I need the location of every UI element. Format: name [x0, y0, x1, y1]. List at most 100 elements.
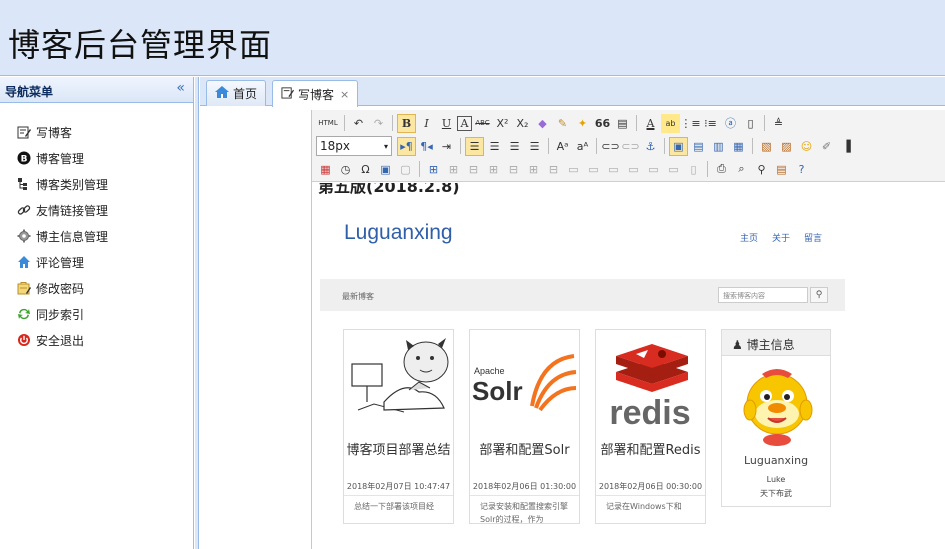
italic-icon[interactable]: I	[417, 114, 436, 133]
help-icon[interactable]: ?	[792, 160, 811, 179]
anchor-icon[interactable]: ⚓	[641, 137, 660, 156]
emoji-icon[interactable]: ☺	[797, 137, 816, 156]
sidebar-header: 导航菜单 «	[0, 77, 193, 103]
clear-doc-icon[interactable]: ▯	[741, 114, 760, 133]
align-center-icon[interactable]: ☰	[485, 137, 504, 156]
bold-icon[interactable]: B	[397, 113, 416, 133]
align-right-icon[interactable]: ☰	[505, 137, 524, 156]
row-spacing-icon[interactable]: ≜	[769, 114, 788, 133]
highlight-icon[interactable]: ab	[661, 113, 680, 133]
multi-image-icon[interactable]: ▨	[777, 137, 796, 156]
blogger-motto: 天下布武	[760, 489, 792, 498]
delete-col-icon[interactable]: ⊟	[544, 160, 563, 179]
format-brush-icon[interactable]: ✎	[553, 114, 572, 133]
layout-splitter[interactable]	[195, 77, 199, 549]
subscript-icon[interactable]: X₂	[513, 114, 532, 133]
collapse-icon[interactable]: «	[176, 80, 185, 96]
paste-text-icon[interactable]: ▤	[613, 114, 632, 133]
ltr-icon[interactable]: ▸¶	[397, 136, 416, 156]
tab-home[interactable]: 首页	[206, 80, 267, 106]
drafts-icon[interactable]: ▤	[772, 160, 791, 179]
merge-right-icon[interactable]: ▭	[584, 160, 603, 179]
search-icon: ⚲	[810, 287, 828, 303]
insert-row-icon[interactable]: ⊞	[484, 160, 503, 179]
sidebar-item-label: 安全退出	[36, 333, 85, 348]
table-props-icon[interactable]: ▯	[684, 160, 703, 179]
map-icon[interactable]: ▢	[396, 160, 415, 179]
close-icon[interactable]: ×	[340, 88, 349, 101]
calendar-icon[interactable]: ▦	[316, 160, 335, 179]
scrawl-icon[interactable]: ✐	[817, 137, 836, 156]
sidebar-item-category-manage[interactable]: 博客类别管理	[0, 171, 193, 197]
merge-cells-icon[interactable]: ▭	[564, 160, 583, 179]
split-cells-icon[interactable]: ▭	[624, 160, 643, 179]
preview-icon[interactable]: ⌕	[732, 160, 751, 179]
sidebar-item-blog-manage[interactable]: B 博客管理	[0, 145, 193, 171]
image-left-icon[interactable]: ▤	[689, 137, 708, 156]
toolbar-separator	[419, 161, 420, 177]
sidebar-item-comment-manage[interactable]: 评论管理	[0, 249, 193, 275]
delete-table-icon[interactable]: ⊞	[444, 160, 463, 179]
search-replace-icon[interactable]: ⚲	[752, 160, 771, 179]
link-icon[interactable]: ⊂⊃	[601, 137, 620, 156]
blog-card-date: 2018年02月06日 01:30:00	[472, 482, 577, 491]
image-center-icon[interactable]: ▦	[729, 137, 748, 156]
special-char-icon[interactable]: Ω	[356, 160, 375, 179]
align-justify-icon[interactable]: ☰	[525, 137, 544, 156]
font-size-select[interactable]: 18px ▾	[316, 136, 392, 156]
blog-search-bar: 最新博客 搜索博客内容 ⚲	[320, 279, 845, 311]
sync-icon	[16, 306, 32, 322]
quote-icon[interactable]: 66	[593, 114, 612, 133]
sidebar-item-link-manage[interactable]: 友情链接管理	[0, 197, 193, 223]
select-all-icon[interactable]: ⓐ	[721, 114, 740, 133]
merge-down-icon[interactable]: ▭	[604, 160, 623, 179]
sidebar-item-sync-index[interactable]: 同步索引	[0, 301, 193, 327]
tab-write-blog[interactable]: 写博客 ×	[272, 80, 359, 107]
superscript-icon[interactable]: X²	[493, 114, 512, 133]
more-icon[interactable]: ▐	[837, 137, 856, 156]
insert-col-icon[interactable]: ⊞	[524, 160, 543, 179]
app-header: 博客后台管理界面	[0, 0, 945, 76]
clock-icon[interactable]: ◷	[336, 160, 355, 179]
insert-image-icon[interactable]: ▧	[757, 137, 776, 156]
image-none-icon[interactable]: ▣	[669, 136, 688, 156]
auto-format-icon[interactable]: ✦	[573, 114, 592, 133]
indent-icon[interactable]: ⇥	[437, 137, 456, 156]
split-rows-icon[interactable]: ▭	[644, 160, 663, 179]
eraser-icon[interactable]: ◆	[533, 114, 552, 133]
unlink-icon[interactable]: ⊂⊃	[621, 137, 640, 156]
split-cols-icon[interactable]: ▭	[664, 160, 683, 179]
blog-brand: Luguanxing	[344, 221, 453, 244]
undo-icon[interactable]: ↶	[349, 114, 368, 133]
rich-text-editor[interactable]: HTML ↶ ↷ B I U A ABC X² X₂ ◆ ✎ ✦ 66 ▤ A …	[311, 110, 945, 549]
underline-icon[interactable]: U	[437, 114, 456, 133]
print-icon[interactable]: ⎙	[712, 160, 731, 179]
toolbar-separator	[636, 115, 637, 131]
ordered-list-icon[interactable]: ⋮≡	[680, 114, 700, 133]
font-color-icon[interactable]: A	[641, 114, 660, 133]
toolbar-separator	[764, 115, 765, 131]
align-left-icon[interactable]: ☰	[465, 136, 484, 156]
sidebar-item-label: 评论管理	[36, 255, 85, 270]
sidebar-item-blogger-info[interactable]: 博主信息管理	[0, 223, 193, 249]
template-icon[interactable]: ▣	[376, 160, 395, 179]
lowercase-icon[interactable]: aᴬ	[573, 137, 592, 156]
blogger-name: Luguanxing	[743, 454, 809, 467]
solr-wordmark: Solr	[472, 376, 523, 406]
sidebar-item-write-blog[interactable]: 写博客	[0, 119, 193, 145]
blogger-info-box: ♟ 博主信息 Luguanxing Luke 天下布武	[721, 329, 831, 507]
sidebar-item-change-password[interactable]: 修改密码	[0, 275, 193, 301]
editor-document[interactable]: 第五版(2018.2.8) Luguanxing 主页 关于 留言 最新博客 搜…	[312, 183, 945, 549]
html-source-button[interactable]: HTML	[316, 114, 340, 133]
unordered-list-icon[interactable]: ⁝≡	[701, 114, 720, 133]
insert-table-icon[interactable]: ⊞	[424, 160, 443, 179]
redo-icon[interactable]: ↷	[369, 114, 388, 133]
strikethrough-icon[interactable]: ABC	[473, 114, 492, 133]
delete-row-icon[interactable]: ⊟	[504, 160, 523, 179]
font-border-icon[interactable]: A	[457, 115, 472, 131]
para-before-table-icon[interactable]: ⊟	[464, 160, 483, 179]
uppercase-icon[interactable]: Aᵃ	[553, 137, 572, 156]
image-right-icon[interactable]: ▥	[709, 137, 728, 156]
sidebar-item-logout[interactable]: 安全退出	[0, 327, 193, 353]
rtl-icon[interactable]: ¶◂	[417, 137, 436, 156]
